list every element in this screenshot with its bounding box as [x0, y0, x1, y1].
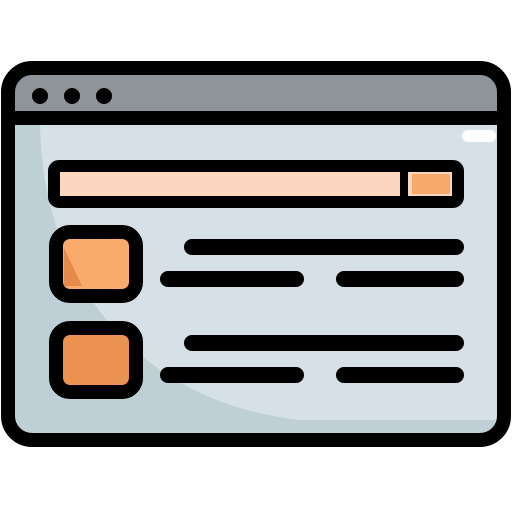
search-bar-icon[interactable] [48, 160, 464, 208]
browser-window-icon [1, 61, 511, 447]
window-dot-icon[interactable] [32, 88, 48, 104]
window-dot-icon[interactable] [96, 88, 112, 104]
thumbnail-icon [49, 225, 143, 303]
window-dot-icon[interactable] [64, 88, 80, 104]
thumbnail-icon [49, 321, 143, 399]
search-button-icon[interactable] [412, 174, 450, 194]
browser-window-illustration [0, 0, 512, 512]
title-bar-highlight [462, 130, 496, 142]
